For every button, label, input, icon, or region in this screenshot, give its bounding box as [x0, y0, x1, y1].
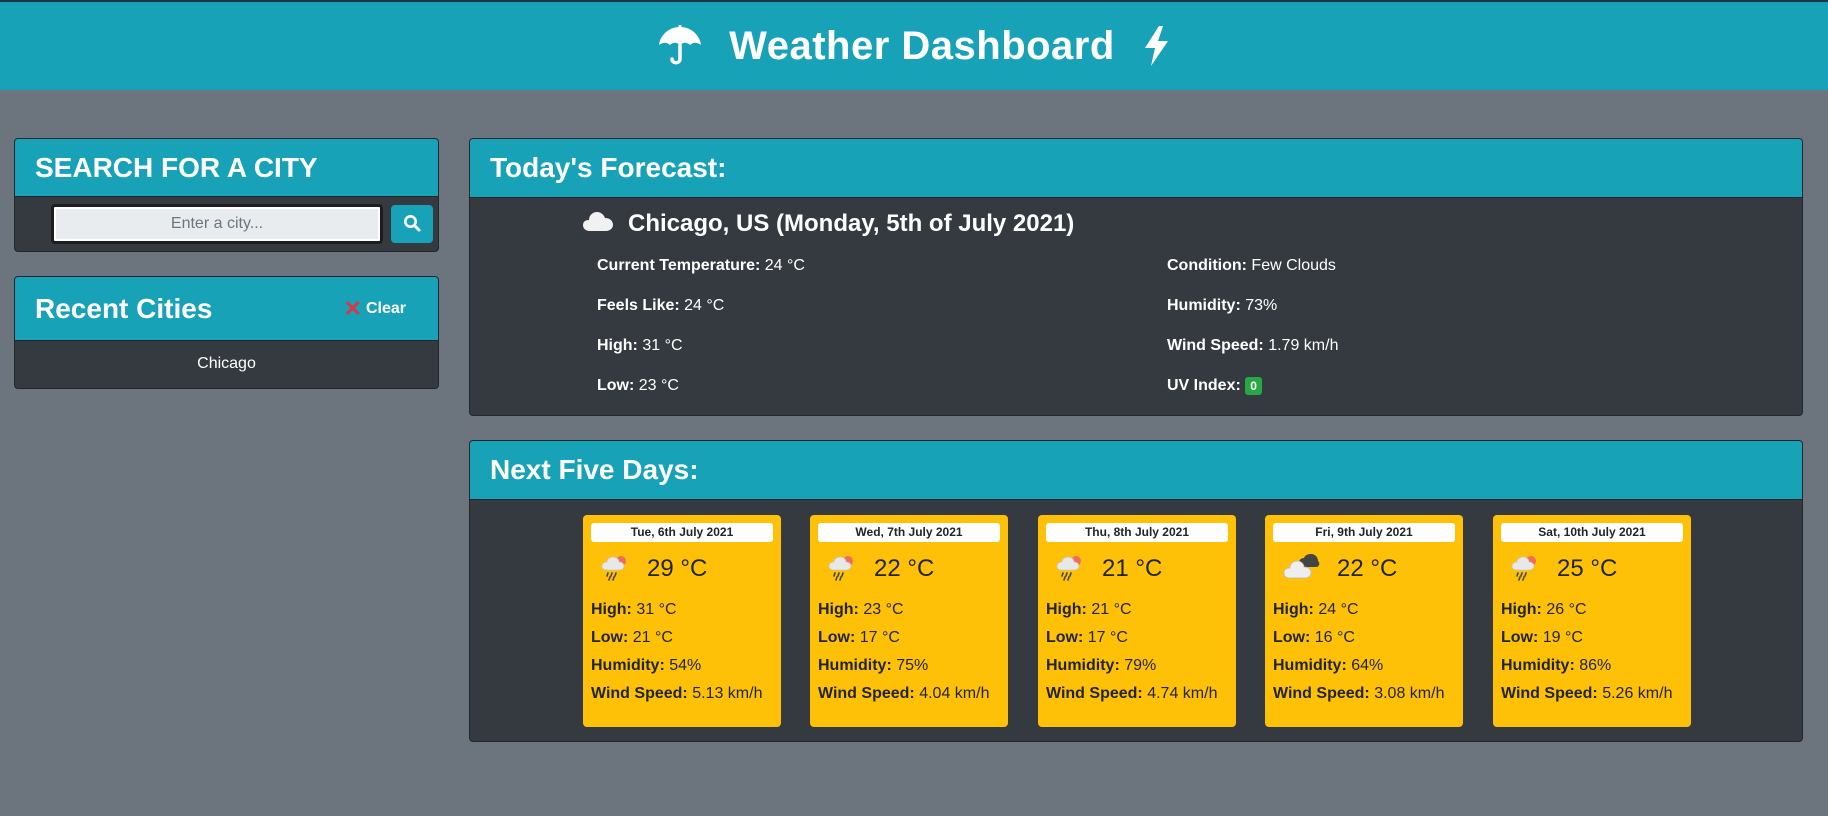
forecast-low: Low: 17 °C — [1046, 629, 1128, 646]
forecast-day-card: Tue, 6th July 2021 29 °C High: 31 °C Low… — [583, 515, 781, 727]
forecast-high: High: 24 °C — [1273, 601, 1359, 618]
today-forecast-panel: Today's Forecast: Chicago, US (Monday, 5… — [469, 138, 1803, 416]
forecast-low: Low: 21 °C — [591, 629, 673, 646]
forecast-wind-speed: Wind Speed: 5.26 km/h — [1501, 685, 1673, 702]
search-panel-title: SEARCH FOR A CITY — [15, 139, 438, 197]
clear-button[interactable]: ✕ Clear — [343, 295, 406, 321]
forecast-wind-speed: Wind Speed: 3.08 km/h — [1273, 685, 1445, 702]
forecast-high: High: 23 °C — [818, 601, 904, 618]
forecast-wind-speed: Wind Speed: 4.74 km/h — [1046, 685, 1218, 702]
recent-city-item[interactable]: Chicago — [15, 341, 438, 373]
five-day-forecast-title: Next Five Days: — [470, 441, 1802, 500]
today-forecast-title: Today's Forecast: — [470, 139, 1802, 198]
close-icon: ✕ — [343, 295, 362, 321]
forecast-date: Sat, 10th July 2021 — [1501, 523, 1683, 542]
cloud-icon — [582, 209, 614, 238]
uv-index: UV Index: 0 — [1167, 377, 1262, 395]
forecast-humidity: Humidity: 86% — [1501, 657, 1612, 674]
forecast-low: Low: 17 °C — [818, 629, 900, 646]
forecast-temperature: 22 °C — [874, 555, 935, 582]
forecast-day-card: Thu, 8th July 2021 21 °C High: 21 °C Low… — [1038, 515, 1236, 727]
uv-index-badge: 0 — [1245, 377, 1262, 395]
forecast-temperature: 22 °C — [1337, 555, 1398, 582]
low-temperature: Low: 23 °C — [597, 377, 679, 394]
bolt-icon — [1141, 24, 1171, 68]
current-temperature: Current Temperature: 24 °C — [597, 257, 805, 274]
rain-cloud-sun-icon — [1511, 553, 1541, 586]
forecast-humidity: Humidity: 79% — [1046, 657, 1157, 674]
rain-cloud-sun-icon — [828, 553, 858, 586]
forecast-humidity: Humidity: 54% — [591, 657, 702, 674]
city-search-input[interactable] — [51, 204, 383, 244]
app-title: Weather Dashboard — [729, 23, 1115, 68]
search-icon — [403, 214, 421, 235]
umbrella-icon — [657, 23, 703, 69]
forecast-day-card: Sat, 10th July 2021 25 °C High: 26 °C Lo… — [1493, 515, 1691, 727]
forecast-date: Fri, 9th July 2021 — [1273, 523, 1455, 542]
forecast-wind-speed: Wind Speed: 5.13 km/h — [591, 685, 763, 702]
high-temperature: High: 31 °C — [597, 337, 683, 354]
rain-cloud-sun-icon — [601, 553, 631, 586]
forecast-temperature: 25 °C — [1557, 555, 1618, 582]
broken-clouds-icon — [1283, 553, 1321, 586]
five-day-forecast-panel: Next Five Days: Tue, 6th July 2021 29 °C… — [469, 440, 1803, 742]
forecast-day-card: Wed, 7th July 2021 22 °C High: 23 °C Low… — [810, 515, 1008, 727]
recent-cities-title: Recent Cities — [35, 292, 213, 324]
forecast-high: High: 21 °C — [1046, 601, 1132, 618]
recent-cities-panel: Recent Cities ✕ Clear Chicago — [14, 276, 439, 389]
forecast-humidity: Humidity: 64% — [1273, 657, 1384, 674]
forecast-temperature: 21 °C — [1102, 555, 1163, 582]
forecast-low: Low: 16 °C — [1273, 629, 1355, 646]
forecast-high: High: 26 °C — [1501, 601, 1587, 618]
humidity: Humidity: 73% — [1167, 297, 1278, 314]
search-button[interactable] — [391, 205, 433, 243]
city-date-heading: Chicago, US (Monday, 5th of July 2021) — [628, 209, 1075, 237]
rain-cloud-sun-icon — [1056, 553, 1086, 586]
forecast-date: Tue, 6th July 2021 — [591, 523, 773, 542]
forecast-date: Wed, 7th July 2021 — [818, 523, 1000, 542]
forecast-wind-speed: Wind Speed: 4.04 km/h — [818, 685, 990, 702]
forecast-date: Thu, 8th July 2021 — [1046, 523, 1228, 542]
clear-label: Clear — [365, 299, 406, 317]
search-panel: SEARCH FOR A CITY — [14, 138, 439, 252]
forecast-low: Low: 19 °C — [1501, 629, 1583, 646]
forecast-day-card: Fri, 9th July 2021 22 °C High: 24 °C Low… — [1265, 515, 1463, 727]
forecast-humidity: Humidity: 75% — [818, 657, 929, 674]
forecast-high: High: 31 °C — [591, 601, 677, 618]
wind-speed: Wind Speed: 1.79 km/h — [1167, 337, 1339, 354]
app-header: Weather Dashboard — [0, 0, 1828, 90]
condition: Condition: Few Clouds — [1167, 257, 1336, 274]
forecast-temperature: 29 °C — [647, 555, 708, 582]
feels-like: Feels Like: 24 °C — [597, 297, 725, 314]
